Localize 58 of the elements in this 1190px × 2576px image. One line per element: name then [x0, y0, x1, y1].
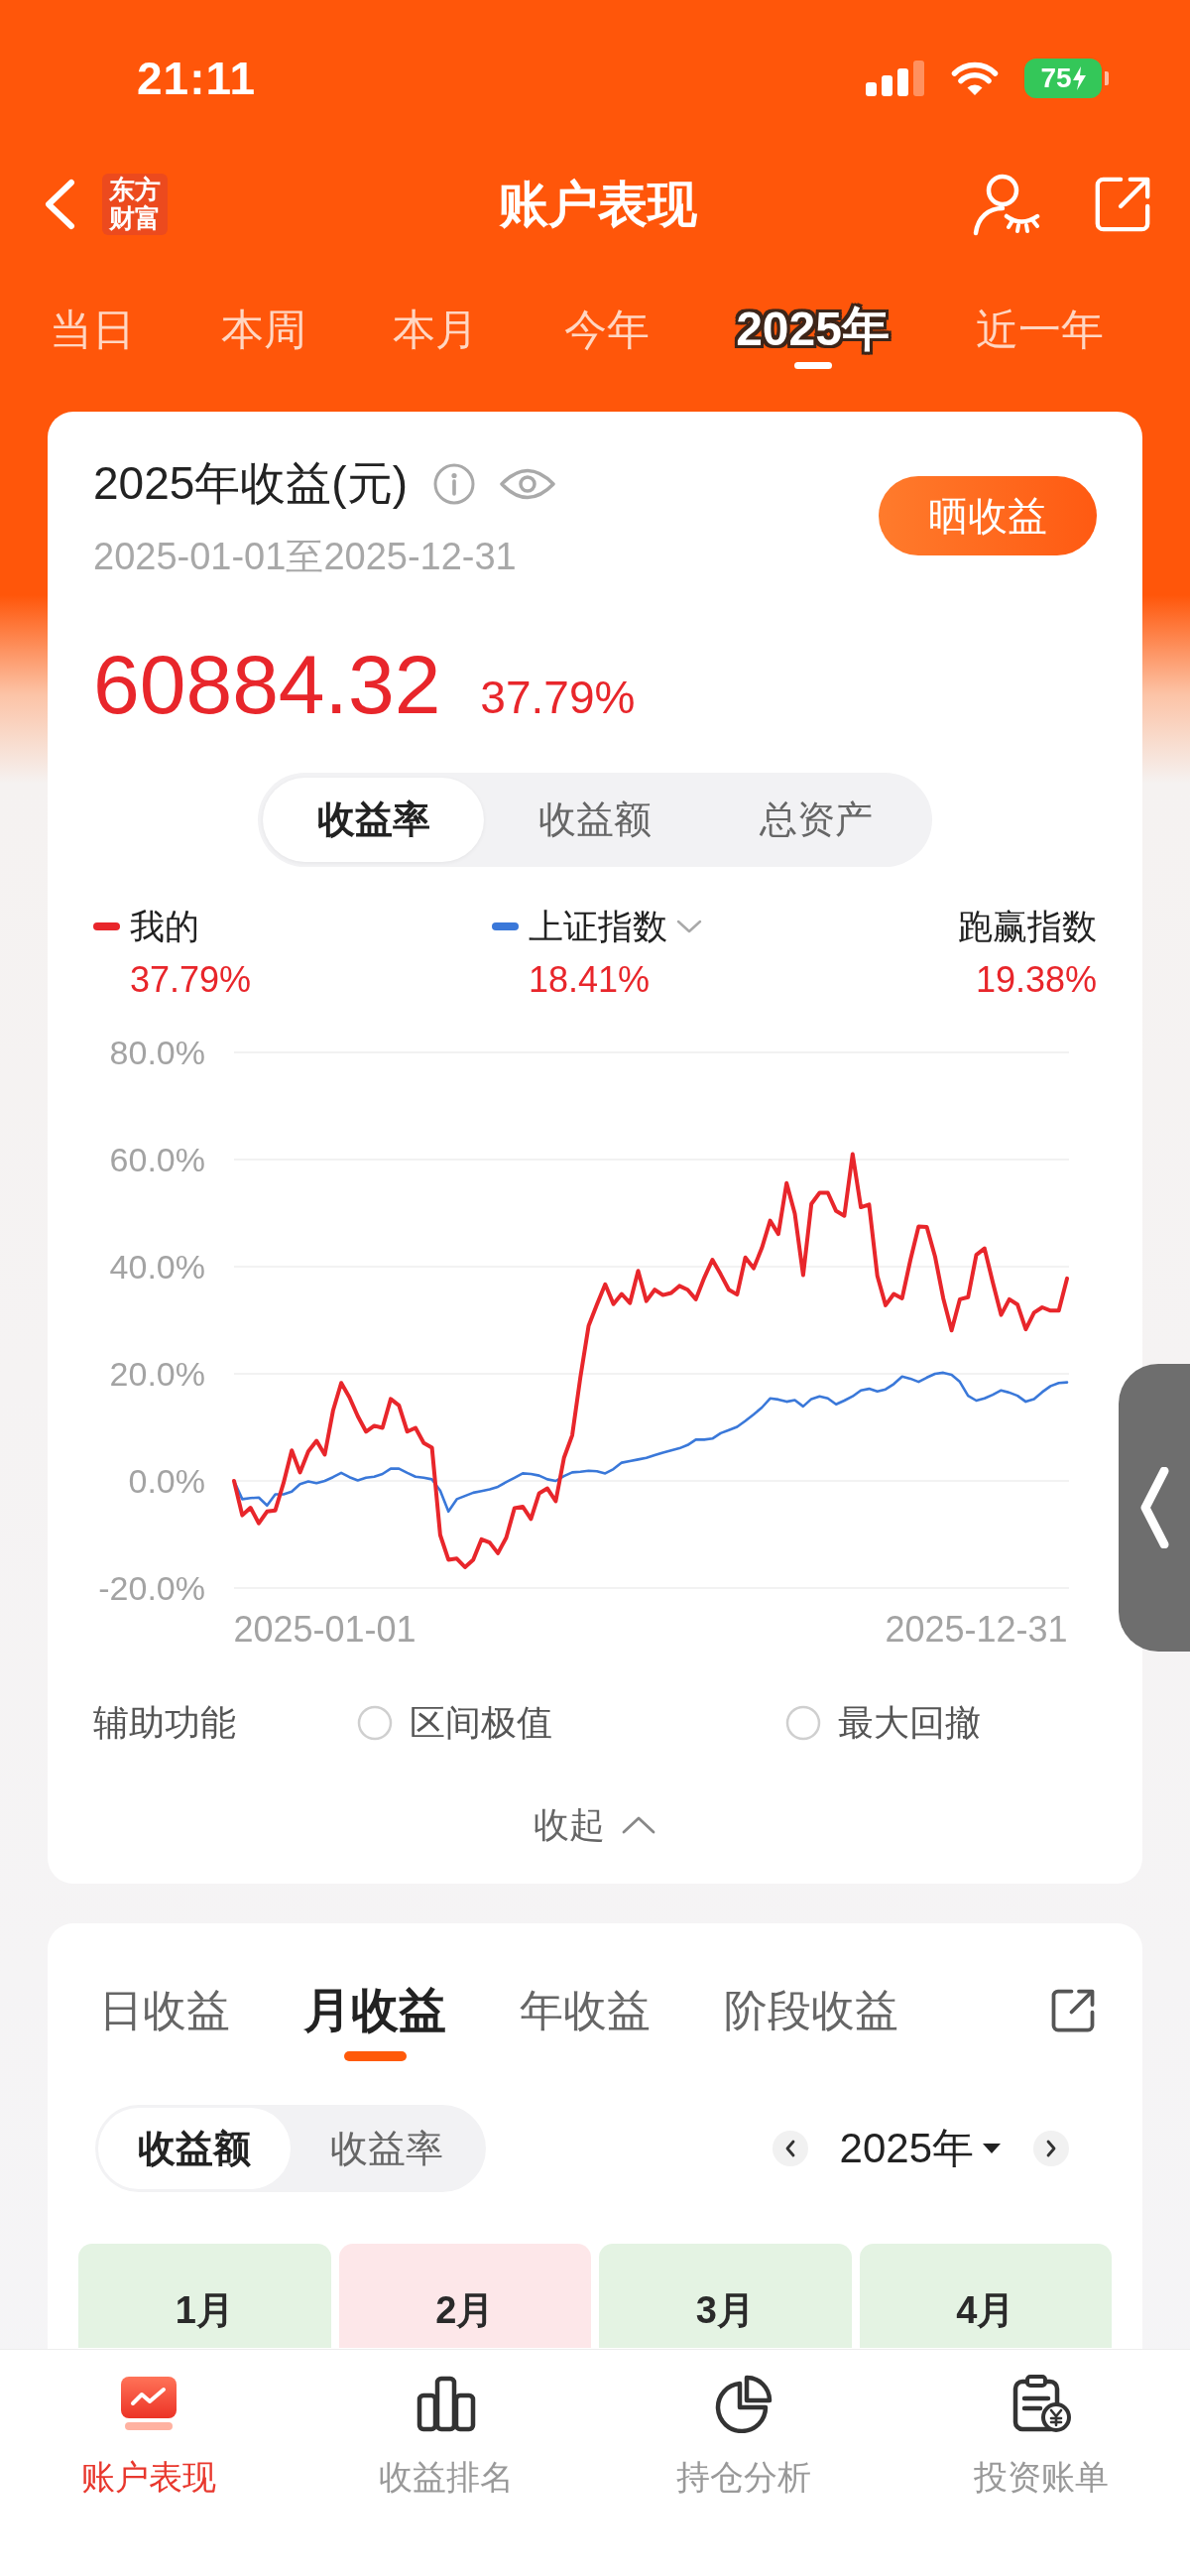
- app-logo: 东方财富: [102, 174, 168, 235]
- battery-percentage: 75: [1040, 64, 1072, 92]
- radio-option[interactable]: 最大回撤: [785, 1698, 981, 1748]
- legend-value: 18.41%: [528, 958, 651, 1002]
- month-tile[interactable]: 3月: [599, 2244, 852, 2348]
- y-axis-label: 80.0%: [109, 1034, 205, 1071]
- y-axis-label: 0.0%: [128, 1462, 205, 1500]
- x-axis-label: 2025-12-31: [885, 1608, 1068, 1650]
- chevron-right-icon: [1045, 2140, 1057, 2157]
- year-dropdown[interactable]: 2025年: [839, 2121, 1002, 2176]
- collapse-button[interactable]: 收起: [534, 1800, 656, 1850]
- y-axis-label: 20.0%: [109, 1355, 205, 1393]
- tools-label: 辅助功能: [93, 1700, 237, 1745]
- bar-chart-icon: [415, 2374, 478, 2433]
- returns-tab[interactable]: 阶段收益: [724, 1981, 898, 2040]
- wifi-icon: [951, 61, 999, 96]
- metric-tab[interactable]: 收益率: [263, 778, 485, 862]
- period-tab[interactable]: 2025年: [736, 302, 890, 369]
- share-icon[interactable]: [1049, 1987, 1097, 2034]
- index-dropdown[interactable]: 上证指数: [529, 903, 703, 950]
- previous-year-button[interactable]: [772, 2131, 808, 2166]
- earnings-rate: 37.79%: [480, 671, 636, 725]
- next-year-button[interactable]: [1033, 2131, 1069, 2166]
- x-axis-label: 2025-01-01: [233, 1608, 416, 1650]
- chevron-up-icon: [621, 1814, 656, 1836]
- legend-value: 19.38%: [975, 958, 1097, 1002]
- returns-tab[interactable]: 日收益: [99, 1981, 230, 2040]
- card-title: 2025年收益(元): [93, 456, 408, 511]
- returns-tab[interactable]: 年收益: [520, 1981, 651, 2040]
- chevron-left-icon: [1139, 1467, 1169, 1548]
- legend-label: 跑赢指数: [958, 905, 1097, 947]
- returns-tab[interactable]: 月收益: [303, 1981, 446, 2061]
- tab-bar-item[interactable]: 账户表现: [81, 2374, 216, 2499]
- month-tile[interactable]: 1月: [78, 2244, 331, 2348]
- radio-option[interactable]: 区间极值: [357, 1698, 552, 1748]
- caret-down-icon: [982, 2143, 1002, 2154]
- legend-value: 37.79%: [129, 958, 252, 1002]
- status-time: 21:11: [137, 52, 257, 105]
- mode-tab[interactable]: 收益率: [291, 2108, 483, 2189]
- metric-tab[interactable]: 总资产: [705, 778, 927, 862]
- person-closed-eye-icon[interactable]: [971, 173, 1042, 236]
- month-tile[interactable]: 4月: [859, 2244, 1112, 2348]
- y-axis-label: -20.0%: [98, 1569, 205, 1607]
- date-range: 2025-01-01至2025-12-31: [93, 535, 518, 579]
- mode-tab[interactable]: 收益额: [98, 2108, 291, 2189]
- signal-icon: [866, 61, 925, 96]
- metric-tab[interactable]: 收益额: [484, 778, 706, 862]
- y-axis-label: 60.0%: [109, 1141, 205, 1178]
- info-icon[interactable]: [432, 463, 475, 505]
- chevron-down-icon: [675, 918, 703, 935]
- y-axis-label: 40.0%: [109, 1248, 205, 1286]
- earnings-amount: 60884.32: [93, 637, 441, 733]
- side-panel-handle[interactable]: [1119, 1364, 1190, 1652]
- page-title: 账户表现: [498, 175, 697, 234]
- charging-bolt-icon: [1072, 66, 1086, 90]
- month-tile[interactable]: 2月: [338, 2244, 591, 2348]
- legend-label: 我的: [130, 905, 199, 947]
- chevron-left-icon: [783, 2140, 796, 2157]
